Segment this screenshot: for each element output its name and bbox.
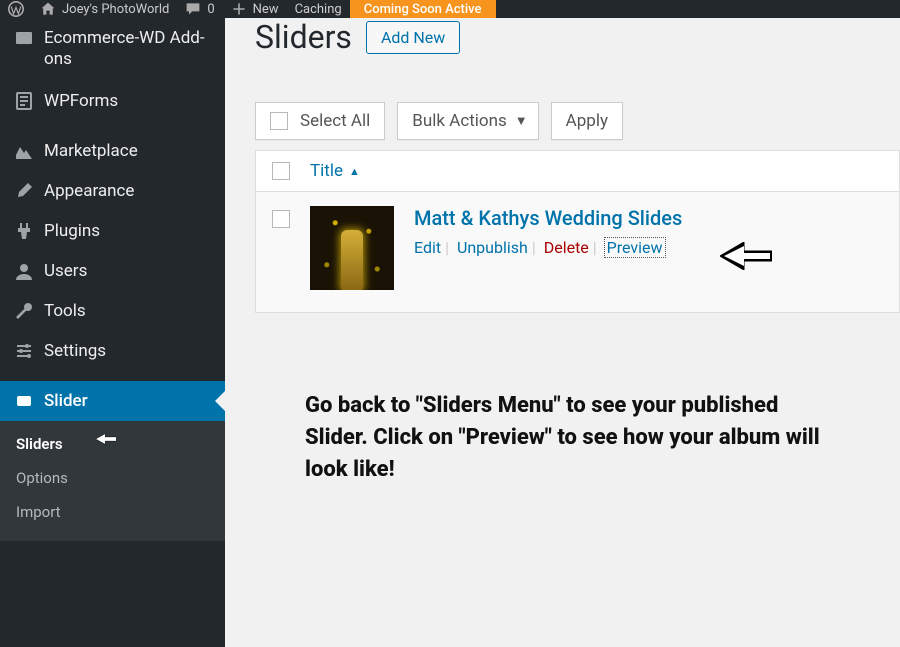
new-label: New: [253, 2, 279, 17]
wrench-icon: [14, 301, 34, 321]
column-title-label: Title: [310, 161, 343, 181]
slider-icon: [14, 391, 34, 411]
sidebar-item-label: Marketplace: [44, 141, 138, 161]
sidebar-item-plugins[interactable]: Plugins: [0, 211, 225, 251]
sidebar-item-tools[interactable]: Tools: [0, 291, 225, 331]
annotation-arrow-icon: [720, 242, 772, 270]
home-icon: [40, 1, 56, 17]
coming-soon-badge[interactable]: Coming Soon Active: [350, 0, 496, 18]
bulk-actions-label: Bulk Actions: [412, 111, 506, 131]
submenu-import[interactable]: Import: [0, 495, 225, 529]
instruction-text: Go back to "Sliders Menu" to see your pu…: [305, 390, 825, 486]
sidebar-item-appearance[interactable]: Appearance: [0, 171, 225, 211]
sidebar-item-label: WPForms: [44, 91, 118, 111]
row-thumbnail[interactable]: [310, 206, 394, 290]
column-title[interactable]: Title ▲: [310, 161, 360, 181]
preview-link[interactable]: Preview: [605, 238, 665, 257]
sidebar-item-slider[interactable]: Slider: [0, 381, 225, 421]
site-name: Joey's PhotoWorld: [62, 2, 169, 17]
site-link[interactable]: Joey's PhotoWorld: [32, 0, 177, 18]
sort-asc-icon: ▲: [349, 165, 360, 178]
edit-link[interactable]: Edit: [414, 238, 441, 257]
wordpress-icon: [8, 1, 24, 17]
caching-link[interactable]: Caching: [287, 0, 350, 18]
sidebar-item-wpforms[interactable]: WPForms: [0, 81, 225, 121]
row-meta: Matt & Kathys Wedding Slides Edit| Unpub…: [414, 206, 682, 257]
sidebar-item-marketplace[interactable]: Marketplace: [0, 131, 225, 171]
sidebar-item-ecommerce-wd[interactable]: Ecommerce-WD Add-ons: [0, 18, 225, 81]
page-header: Sliders Add New: [255, 18, 900, 56]
sidebar-item-label: Users: [44, 261, 87, 281]
apply-button[interactable]: Apply: [551, 102, 623, 140]
caching-label: Caching: [295, 2, 342, 17]
submenu-label: Sliders: [16, 435, 63, 453]
add-new-button[interactable]: Add New: [366, 21, 460, 54]
bulk-actions-select[interactable]: Bulk Actions ▼: [397, 102, 538, 140]
list-header: Title ▲: [255, 150, 900, 192]
admin-sidebar: Ecommerce-WD Add-ons WPForms Marketplace…: [0, 0, 225, 647]
submenu-label: Import: [16, 503, 61, 521]
select-all-checkbox[interactable]: [270, 112, 288, 130]
chevron-down-icon: ▼: [515, 113, 528, 129]
header-checkbox[interactable]: [272, 162, 290, 180]
sidebar-item-label: Tools: [44, 301, 86, 321]
sidebar-item-label: Ecommerce-WD Add-ons: [44, 28, 211, 71]
wp-logo[interactable]: [0, 0, 32, 18]
page-title: Sliders: [255, 18, 352, 56]
select-all-label: Select All: [300, 111, 370, 131]
submenu-options[interactable]: Options: [0, 461, 225, 495]
new-link[interactable]: New: [223, 0, 287, 18]
bulk-toolbar: Select All Bulk Actions ▼ Apply: [255, 102, 900, 140]
comments-link[interactable]: 0: [177, 0, 222, 18]
sidebar-item-label: Slider: [44, 391, 88, 411]
annotation-arrow-icon: [96, 429, 116, 449]
delete-link[interactable]: Delete: [544, 238, 589, 257]
sliders-icon: [14, 341, 34, 361]
ecommerce-icon: [14, 28, 34, 48]
unpublish-link[interactable]: Unpublish: [457, 238, 528, 257]
sidebar-item-label: Plugins: [44, 221, 100, 241]
form-icon: [14, 91, 34, 111]
sidebar-item-settings[interactable]: Settings: [0, 331, 225, 371]
comments-count: 0: [207, 2, 214, 17]
marketplace-icon: [14, 141, 34, 161]
user-icon: [14, 261, 34, 281]
plugin-icon: [14, 221, 34, 241]
slider-submenu: Sliders Options Import: [0, 421, 225, 541]
select-all-box[interactable]: Select All: [255, 102, 385, 140]
comment-icon: [185, 1, 201, 17]
submenu-sliders[interactable]: Sliders: [0, 427, 225, 461]
row-title-link[interactable]: Matt & Kathys Wedding Slides: [414, 206, 682, 230]
row-checkbox[interactable]: [272, 210, 290, 228]
row-actions: Edit| Unpublish| Delete| Preview: [414, 238, 682, 257]
table-row: Matt & Kathys Wedding Slides Edit| Unpub…: [255, 192, 900, 313]
submenu-label: Options: [16, 469, 68, 487]
apply-label: Apply: [566, 111, 608, 131]
sidebar-item-label: Settings: [44, 341, 106, 361]
coming-soon-label: Coming Soon Active: [364, 2, 482, 17]
plus-icon: [231, 1, 247, 17]
sidebar-item-label: Appearance: [44, 181, 134, 201]
admin-bar: Joey's PhotoWorld 0 New Caching Coming S…: [0, 0, 900, 18]
main-content: Sliders Add New Select All Bulk Actions …: [225, 18, 900, 647]
brush-icon: [14, 181, 34, 201]
sidebar-item-users[interactable]: Users: [0, 251, 225, 291]
